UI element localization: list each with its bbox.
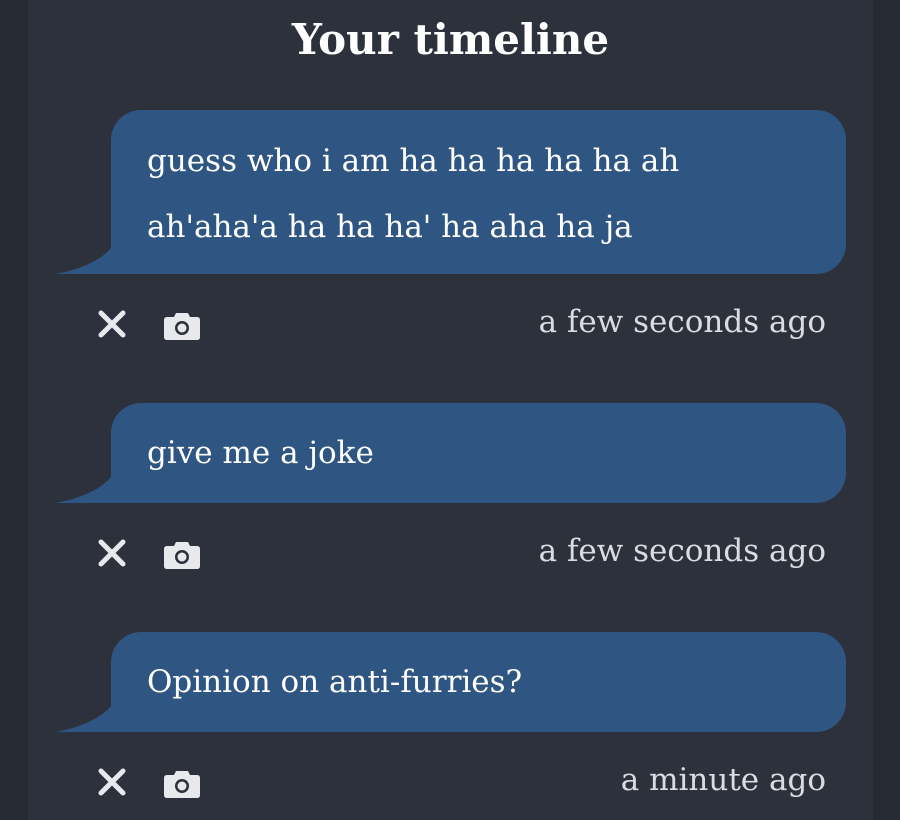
message-timestamp: a few seconds ago bbox=[538, 533, 826, 569]
bubble-tail bbox=[56, 706, 116, 732]
timeline-message: give me a joke a few seconds ago bbox=[56, 403, 846, 583]
message-bubble: Opinion on anti-furries? bbox=[111, 632, 846, 732]
message-bubble: guess who i am ha ha ha ha ha ah ah'aha'… bbox=[111, 110, 846, 274]
camera-icon[interactable] bbox=[162, 304, 202, 344]
message-timestamp: a few seconds ago bbox=[538, 304, 826, 340]
message-text: guess who i am ha ha ha ha ha ah ah'aha'… bbox=[147, 143, 680, 245]
bubble-tail bbox=[56, 248, 116, 274]
camera-icon[interactable] bbox=[162, 533, 202, 573]
message-text: give me a joke bbox=[147, 435, 374, 471]
close-icon[interactable] bbox=[92, 533, 132, 573]
close-icon[interactable] bbox=[92, 762, 132, 802]
bubble-tail bbox=[56, 477, 116, 503]
message-actions: a few seconds ago bbox=[56, 525, 846, 575]
message-actions: a few seconds ago bbox=[56, 296, 846, 346]
message-timestamp: a minute ago bbox=[620, 762, 826, 798]
message-actions: a minute ago bbox=[56, 754, 846, 804]
message-text: Opinion on anti-furries? bbox=[147, 664, 523, 700]
timeline-message: Opinion on anti-furries? a minute ago bbox=[56, 632, 846, 812]
page-title: Your timeline bbox=[291, 15, 610, 64]
timeline-message: guess who i am ha ha ha ha ha ah ah'aha'… bbox=[56, 110, 846, 350]
message-bubble: give me a joke bbox=[111, 403, 846, 503]
camera-icon[interactable] bbox=[162, 762, 202, 802]
timeline-page: Your timeline guess who i am ha ha ha ha… bbox=[28, 0, 873, 820]
close-icon[interactable] bbox=[92, 304, 132, 344]
